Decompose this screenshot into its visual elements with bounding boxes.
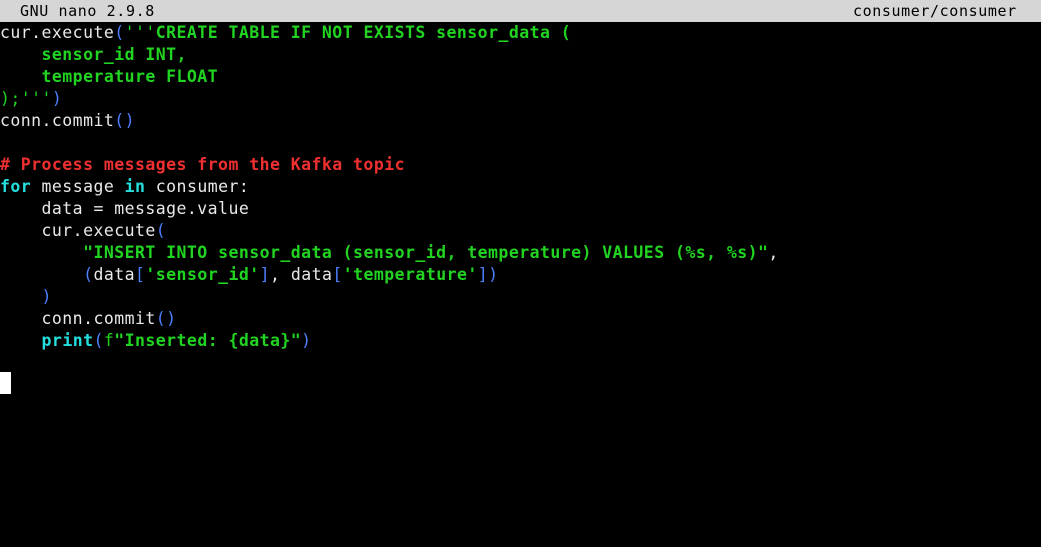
code-line: temperature FLOAT	[0, 66, 1041, 88]
code-token: (	[83, 265, 94, 284]
code-token: cur.execute	[0, 23, 115, 42]
code-token: ]	[259, 265, 271, 284]
code-line: cur.execute(	[0, 220, 1041, 242]
code-line: );''')	[0, 88, 1041, 110]
code-token: CREATE TABLE IF NOT EXISTS sensor_data (	[155, 23, 572, 42]
code-token: data	[290, 265, 333, 284]
code-token: )	[51, 89, 63, 108]
code-token: [	[135, 265, 146, 284]
code-line: sensor_id INT,	[0, 44, 1041, 66]
code-token: ()	[155, 309, 177, 328]
code-token: ])	[477, 265, 499, 284]
code-token: temperature FLOAT	[0, 67, 219, 86]
code-token: (	[114, 23, 125, 42]
code-token: consumer:	[145, 177, 250, 196]
code-token: in	[124, 177, 146, 196]
code-token: "Inserted: {data}"	[114, 331, 302, 350]
code-line: )	[0, 286, 1041, 308]
code-token: ,	[270, 265, 291, 284]
code-token: ()	[114, 111, 136, 130]
code-token: (	[93, 331, 104, 350]
code-token: 'sensor_id'	[145, 265, 260, 284]
app-version-label: GNU nano 2.9.8	[20, 2, 155, 20]
code-line: # Process messages from the Kafka topic	[0, 154, 1041, 176]
code-token: (	[155, 221, 167, 240]
text-cursor	[0, 372, 11, 394]
code-line: for message in consumer:	[0, 176, 1041, 198]
code-line: conn.commit()	[0, 308, 1041, 330]
code-token: data = message.value	[0, 199, 250, 218]
code-line: data = message.value	[0, 198, 1041, 220]
code-token: cur.execute	[0, 221, 156, 240]
code-token: )	[41, 287, 52, 306]
code-token: );'''	[0, 89, 52, 108]
code-token: conn.commit	[0, 309, 156, 328]
code-token: print	[41, 331, 94, 350]
title-bar: GNU nano 2.9.8 consumer/consumer	[0, 0, 1041, 22]
code-token: "INSERT INTO sensor_data (sensor_id, tem…	[83, 243, 769, 262]
code-token: '''	[124, 23, 156, 42]
code-line: cur.execute('''CREATE TABLE IF NOT EXIST…	[0, 22, 1041, 44]
code-token: conn.commit	[0, 111, 115, 130]
filename-label: consumer/consumer	[853, 2, 1017, 20]
code-token: message	[31, 177, 125, 196]
code-token: # Process messages from the Kafka topic	[0, 155, 405, 174]
code-token: 'temperature'	[342, 265, 478, 284]
code-token: for	[0, 177, 32, 196]
code-token: sensor_id INT,	[0, 45, 187, 64]
code-token: ,	[768, 243, 779, 262]
code-line: (data['sensor_id'], data['temperature'])	[0, 264, 1041, 286]
code-line: conn.commit()	[0, 110, 1041, 132]
code-line: print(f"Inserted: {data}")	[0, 330, 1041, 352]
code-token: )	[301, 331, 312, 350]
text-buffer[interactable]: cur.execute('''CREATE TABLE IF NOT EXIST…	[0, 22, 1041, 547]
nano-editor-window: GNU nano 2.9.8 consumer/consumer cur.exe…	[0, 0, 1041, 547]
code-token: [	[332, 265, 343, 284]
code-token: data	[93, 265, 136, 284]
code-line: "INSERT INTO sensor_data (sensor_id, tem…	[0, 242, 1041, 264]
code-token: f	[103, 331, 115, 350]
